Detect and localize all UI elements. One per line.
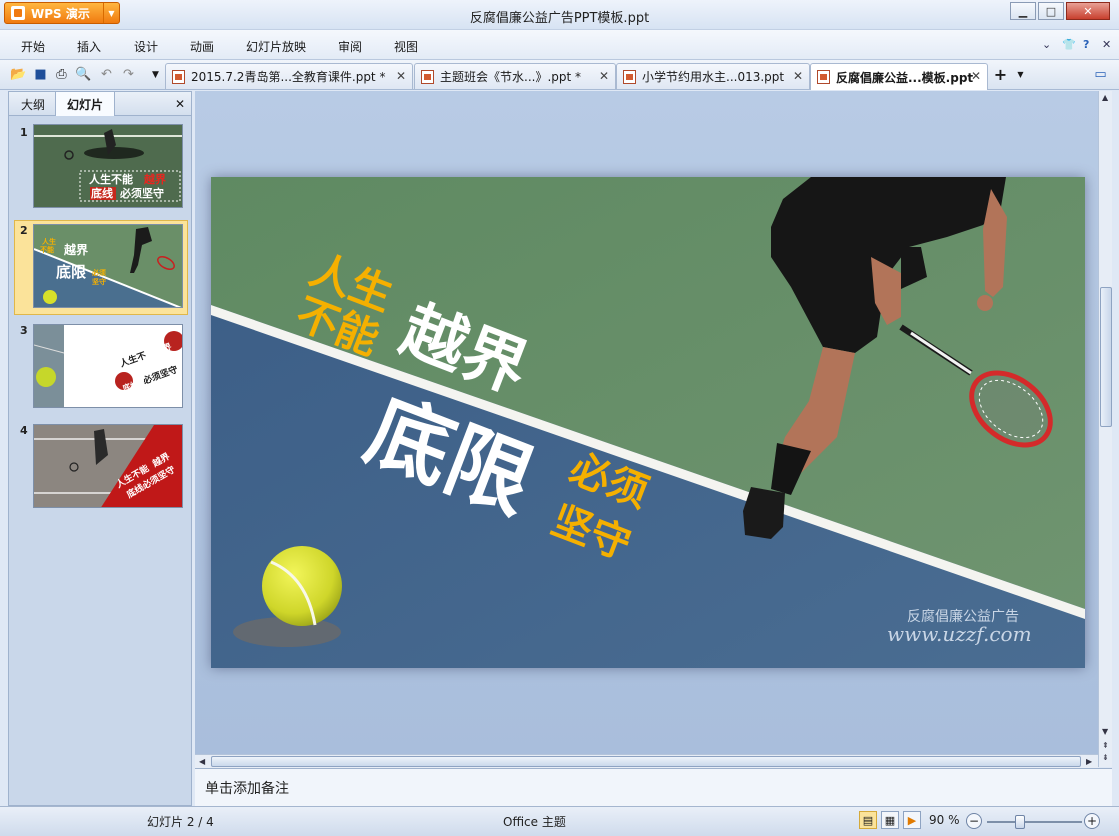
thumb1-text3: 底线 [91,186,113,200]
wps-app-button[interactable]: WPS 演示 ▼ [4,2,120,24]
close-panel-icon[interactable]: ✕ [175,97,185,111]
close-icon[interactable]: ✕ [1066,2,1110,20]
tab-slides[interactable]: 幻灯片 [55,92,115,116]
menu-insert[interactable]: 插入 [77,38,101,55]
ppt-file-icon [623,69,636,84]
vertical-scroll-thumb[interactable] [1100,287,1112,427]
thumb-number: 3 [20,324,28,337]
zoom-level: 90 % [929,813,960,827]
menu-view[interactable]: 视图 [394,38,418,55]
slide-watermark: www.uzzf.com [887,622,1032,646]
window-layout-icon[interactable]: ▭ [1092,66,1109,83]
quick-toolbar: 📂 ■ ⎙ 🔍 ↶ ↷ ▼ 2015.7.2青岛第...全教育课件.ppt * … [0,60,1119,90]
slide-counter: 幻灯片 2 / 4 [147,815,214,829]
menu-design[interactable]: 设计 [134,38,158,55]
doc-tab-2[interactable]: 主题班会《节水...》.ppt * ✕ [414,63,616,89]
slide-thumbnail-3[interactable]: 人生不 越界 底线 必须坚守 [33,324,183,408]
doc-tab-1[interactable]: 2015.7.2青岛第...全教育课件.ppt * ✕ [165,63,413,89]
thumb2-text5: 必须 [91,268,106,277]
slide-thumbnail-1[interactable]: 人生不能 越界 底线 必须坚守 [33,124,183,208]
doc-tab-label: 2015.7.2青岛第...全教育课件.ppt * [191,70,386,84]
window-title: 反腐倡廉公益广告PPT模板.ppt [469,11,650,26]
thumb2-text3: 越界 [63,242,88,257]
menu-review[interactable]: 审阅 [338,38,362,55]
zoom-slider-knob[interactable] [1015,815,1025,829]
thumb-number: 1 [20,126,28,139]
thumb2-text2: 不能 [40,245,54,254]
close-tab-icon[interactable]: ✕ [793,69,803,83]
thumb2-text4: 底限 [56,263,86,281]
next-slide-icon[interactable]: ⇟ [1102,753,1109,762]
tab-outline[interactable]: 大纲 [13,92,53,116]
close-ribbon-icon[interactable]: ✕ [1102,38,1111,51]
ppt-file-icon [817,70,830,84]
app-menu-dropdown-icon[interactable]: ▼ [103,3,119,23]
horizontal-scroll-thumb[interactable] [211,756,1081,767]
slide-sorter-icon[interactable]: ▦ [881,811,899,829]
thumb2-text6: 坚守 [92,277,106,286]
maximize-icon[interactable]: □ [1038,2,1064,20]
open-icon[interactable]: 📂 [10,66,27,83]
theme-name: Office 主题 [503,815,566,829]
zoom-slider-track[interactable] [987,821,1082,823]
menu-animation[interactable]: 动画 [190,38,214,55]
menu-slideshow[interactable]: 幻灯片放映 [246,38,306,55]
thumb1-text2: 越界 [143,172,166,186]
print-icon[interactable]: ⎙ [53,66,70,83]
doc-tab-label: 反腐倡廉公益...模板.ppt [836,70,974,85]
prev-slide-icon[interactable]: ⇞ [1102,741,1109,750]
redo-icon[interactable]: ↷ [120,66,137,83]
menu-bar: 开始 插入 设计 动画 幻灯片放映 审阅 视图 ⌄ 👕 ? ✕ [0,30,1119,60]
minimize-icon[interactable]: ▁ [1010,2,1036,20]
status-bar: 幻灯片 2 / 4 Office 主题 ▤ ▦ ▶ 90 % − + [0,806,1119,836]
close-tab-icon[interactable]: ✕ [971,69,981,83]
new-tab-icon[interactable]: + [992,65,1009,84]
zoom-out-icon[interactable]: − [966,813,982,829]
doc-tab-3[interactable]: 小学节约用水主...013.ppt ✕ [616,63,810,89]
print-preview-icon[interactable]: 🔍 [75,66,92,83]
menu-home[interactable]: 开始 [21,38,45,55]
thumb2-text1: 人生 [42,237,56,246]
thumb1-text1: 人生不能 [89,172,133,186]
ppt-file-icon [172,69,185,84]
close-tab-icon[interactable]: ✕ [599,69,609,83]
normal-view-icon[interactable]: ▤ [859,811,877,829]
scroll-down-icon[interactable]: ▼ [1102,727,1108,736]
undo-icon[interactable]: ↶ [98,66,115,83]
thumb-number: 4 [20,424,28,437]
slideshow-icon[interactable]: ▶ [903,811,921,829]
scroll-right-icon[interactable]: ▶ [1086,757,1092,766]
current-slide[interactable]: 人生 不能 越界 底限 必须 坚守 反腐倡廉公益广告 www.uzzf.com [211,177,1085,668]
thumb-number: 2 [20,224,28,237]
slides-panel: 大纲 幻灯片 ✕ 1 人生不能 越界 底线 必须坚守 2 人生 不能 越界 底限… [8,91,192,806]
doc-tab-label: 小学节约用水主...013.ppt [642,70,785,84]
scroll-up-icon[interactable]: ▲ [1102,93,1108,102]
wps-logo-icon [11,6,25,20]
dropdown-icon[interactable]: ▼ [147,66,164,83]
notes-pane[interactable]: 单击添加备注 [195,768,1112,806]
zoom-in-icon[interactable]: + [1084,813,1100,829]
ppt-file-icon [421,69,434,84]
panel-tabs: 大纲 幻灯片 ✕ [9,92,191,116]
doc-tab-label: 主题班会《节水...》.ppt * [440,70,582,84]
slide-thumbnail-2[interactable]: 人生 不能 越界 底限 必须 坚守 [33,224,183,308]
vertical-scrollbar[interactable]: ▲ ▼ ⇞ ⇟ [1098,91,1112,767]
slide-thumbnail-4[interactable]: 人生不能 越界 底线必须坚守 [33,424,183,508]
title-bar: WPS 演示 ▼ 反腐倡廉公益广告PPT模板.ppt ▁ □ ✕ [0,0,1119,30]
tab-list-dropdown-icon[interactable]: ▼ [1012,66,1029,83]
scroll-left-icon[interactable]: ◀ [199,757,205,766]
thumb1-text4: 必须坚守 [119,186,164,200]
ribbon-collapse-icon[interactable]: ⌄ [1042,38,1051,51]
save-icon[interactable]: ■ [32,66,49,83]
notes-placeholder: 单击添加备注 [205,781,289,797]
help-icon[interactable]: ? [1083,38,1089,51]
doc-tab-4-active[interactable]: 反腐倡廉公益...模板.ppt ✕ [810,63,988,90]
skin-icon[interactable]: 👕 [1062,38,1076,51]
app-name: WPS 演示 [31,6,90,21]
horizontal-scrollbar[interactable]: ◀ ▶ [195,754,1098,768]
close-tab-icon[interactable]: ✕ [396,69,406,83]
